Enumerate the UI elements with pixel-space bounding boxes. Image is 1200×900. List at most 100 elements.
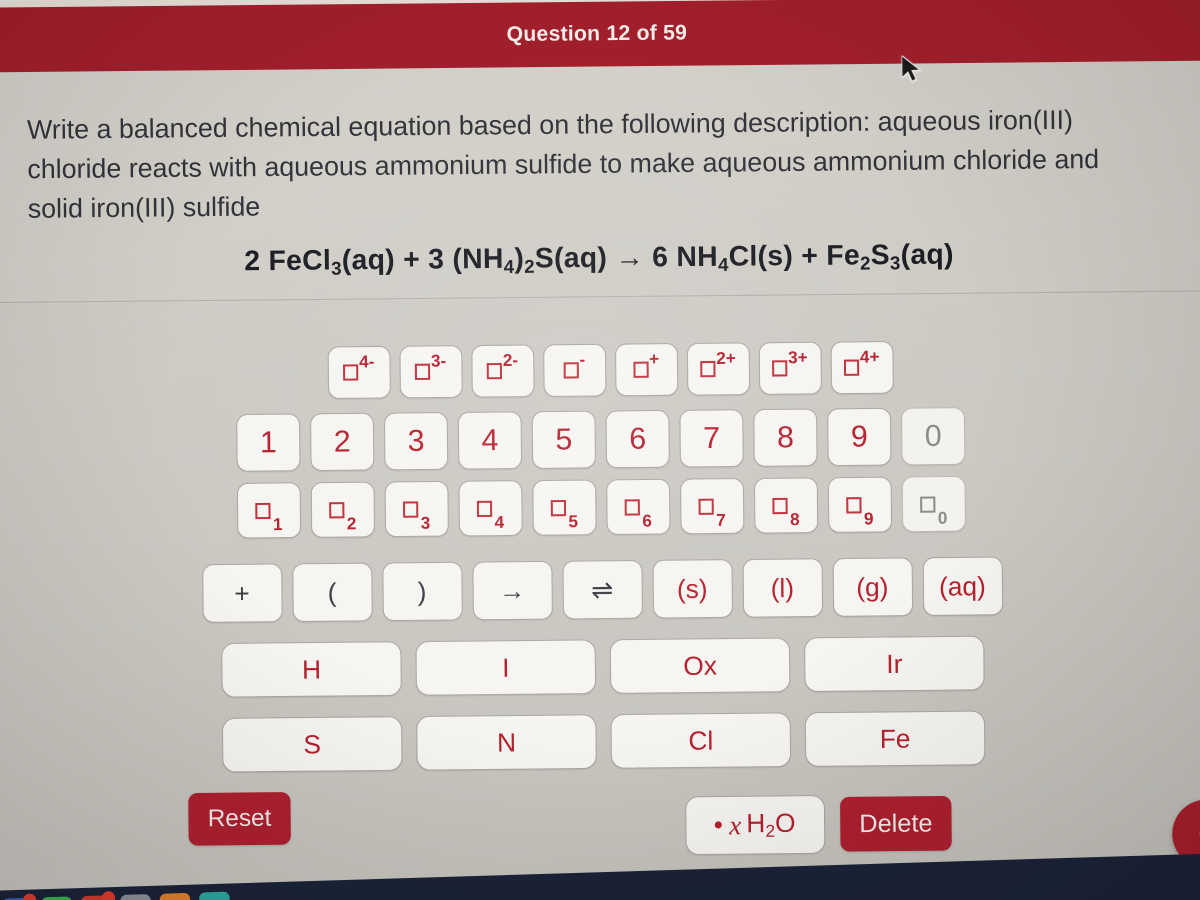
- key-element-n[interactable]: N: [416, 714, 597, 771]
- action-button-row: Reset x H2O Delete: [0, 781, 1200, 857]
- equation-text: 2 FeCl: [244, 244, 332, 277]
- hydrate-formula: H2O: [746, 807, 796, 842]
- key-equilibrium-arrow[interactable]: ⇌: [561, 559, 643, 620]
- placeholder-box-icon: [843, 359, 860, 376]
- key-plus[interactable]: +: [201, 563, 283, 623]
- subscript-digit-label: 3: [420, 513, 431, 533]
- key-digit-9[interactable]: 9: [827, 407, 892, 467]
- key-subscript-6[interactable]: 6: [606, 478, 671, 536]
- key-element-i[interactable]: I: [415, 639, 597, 696]
- element-label: H: [301, 653, 322, 685]
- charge-superscript-label: 3+: [787, 347, 808, 368]
- placeholder-box-icon: [624, 498, 641, 516]
- key-charge-3-minus[interactable]: 3-: [398, 345, 463, 399]
- placeholder-box-icon: [551, 499, 567, 516]
- charge-superscript-label: -: [579, 350, 586, 370]
- key-subscript-3[interactable]: 3: [384, 480, 449, 538]
- key-digit-2[interactable]: 2: [310, 412, 375, 472]
- key-charge-plus[interactable]: +: [614, 343, 678, 397]
- key-state-gas[interactable]: (g): [832, 557, 913, 617]
- symbol-label: (l): [770, 572, 795, 603]
- key-digit-4[interactable]: 4: [457, 411, 523, 470]
- placeholder-box-icon: [486, 362, 502, 380]
- subscript-key-row: 1 2 3 4 5 6 7 8 9 0: [0, 474, 1200, 541]
- reset-button[interactable]: Reset: [188, 792, 291, 846]
- key-subscript-8[interactable]: 8: [753, 477, 819, 534]
- key-element-fe[interactable]: Fe: [804, 710, 986, 767]
- element-key-row-1: H I Ox Ir: [0, 633, 1200, 699]
- key-charge-minus[interactable]: -: [542, 343, 606, 397]
- subscript-digit-label: 5: [568, 512, 579, 532]
- key-subscript-2[interactable]: 2: [310, 481, 376, 538]
- element-label: Ox: [683, 649, 718, 681]
- key-charge-4-minus[interactable]: 4-: [327, 345, 391, 400]
- placeholder-box-icon: [772, 497, 788, 514]
- key-digit-8[interactable]: 8: [753, 408, 818, 467]
- element-key-row-2: S N Cl Fe: [0, 708, 1200, 774]
- placeholder-box-icon: [699, 360, 716, 378]
- key-subscript-7[interactable]: 7: [680, 478, 745, 535]
- key-digit-1[interactable]: 1: [236, 413, 301, 472]
- digit-label: 6: [629, 421, 647, 456]
- gray-app-icon[interactable]: [120, 894, 152, 900]
- key-open-paren[interactable]: (: [291, 562, 373, 623]
- green-app-icon[interactable]: [41, 896, 73, 900]
- key-reaction-arrow[interactable]: →: [471, 560, 553, 621]
- key-digit-3[interactable]: 3: [383, 412, 449, 471]
- red-app-icon[interactable]: [80, 891, 116, 900]
- orange-app-icon[interactable]: [159, 892, 191, 900]
- element-label: I: [501, 651, 510, 683]
- key-charge-2-plus[interactable]: 2+: [686, 342, 750, 396]
- key-state-solid[interactable]: (s): [652, 559, 733, 619]
- charge-superscript-label: 4-: [358, 352, 375, 372]
- key-element-s[interactable]: S: [221, 716, 403, 773]
- key-element-h[interactable]: H: [221, 641, 402, 698]
- answer-equation[interactable]: 2 FeCl3(aq) + 3 (NH4)2S(aq) → 6 NH4Cl(s)…: [244, 238, 954, 280]
- key-subscript-5[interactable]: 5: [532, 479, 597, 536]
- digit-label: 7: [702, 421, 721, 455]
- placeholder-box-icon: [255, 502, 271, 519]
- key-charge-4-plus[interactable]: 4+: [830, 340, 894, 395]
- answer-equation-area[interactable]: 2 FeCl3(aq) + 3 (NH4)2S(aq) → 6 NH4Cl(s)…: [0, 236, 1200, 283]
- question-header-banner: Question 12 of 59: [0, 0, 1200, 73]
- bullet-dot-icon: [714, 820, 723, 828]
- key-charge-2-minus[interactable]: 2-: [470, 344, 535, 398]
- equation-text: (aq): [900, 238, 954, 271]
- key-element-cl[interactable]: Cl: [610, 712, 792, 769]
- key-charge-3-plus[interactable]: 3+: [758, 341, 822, 395]
- key-subscript-1[interactable]: 1: [236, 482, 302, 539]
- symbol-key-row: + () → ⇌ (s) (l) (g) (aq): [0, 555, 1200, 625]
- equation-subscript: 4: [503, 255, 515, 278]
- delete-button[interactable]: Delete: [840, 795, 952, 852]
- key-element-ox[interactable]: Ox: [609, 637, 791, 694]
- key-digit-0[interactable]: 0: [901, 407, 966, 466]
- key-subscript-4[interactable]: 4: [458, 480, 523, 537]
- digit-label: 5: [555, 422, 573, 457]
- key-subscript-9[interactable]: 9: [827, 476, 893, 533]
- key-state-liquid[interactable]: (l): [742, 558, 823, 618]
- charge-superscript-label: +: [649, 349, 660, 369]
- subscript-digit-label: 4: [494, 512, 505, 533]
- digit-label: 4: [481, 423, 499, 457]
- key-element-ir[interactable]: Ir: [804, 635, 985, 693]
- quiz-page: Question 12 of 59 Write a balanced chemi…: [0, 0, 1200, 900]
- charge-key-row: 4- 3- 2- - +2+ 3+ 4+: [0, 338, 1200, 402]
- placeholder-box-icon: [846, 496, 862, 513]
- digit-label: 8: [776, 420, 795, 454]
- key-digit-7[interactable]: 7: [679, 409, 744, 468]
- key-close-paren[interactable]: ): [381, 561, 463, 622]
- equation-text: (aq) + 3 (NH: [341, 242, 504, 276]
- element-label: Fe: [879, 722, 911, 754]
- hydrate-h2o-button[interactable]: x H2O: [685, 795, 826, 856]
- subscript-digit-label: 8: [789, 509, 800, 530]
- symbol-label: ): [417, 575, 427, 607]
- equation-text: S(aq) → 6 NH: [534, 240, 719, 274]
- equation-subscript: 3: [331, 257, 342, 279]
- key-subscript-0[interactable]: 0: [901, 475, 966, 533]
- key-digit-6[interactable]: 6: [605, 409, 670, 469]
- key-digit-5[interactable]: 5: [531, 410, 596, 469]
- notification-badge: [22, 893, 37, 900]
- teal-app-icon[interactable]: [199, 891, 231, 900]
- key-state-aqueous[interactable]: (aq): [922, 556, 1003, 616]
- symbol-label: +: [234, 577, 250, 608]
